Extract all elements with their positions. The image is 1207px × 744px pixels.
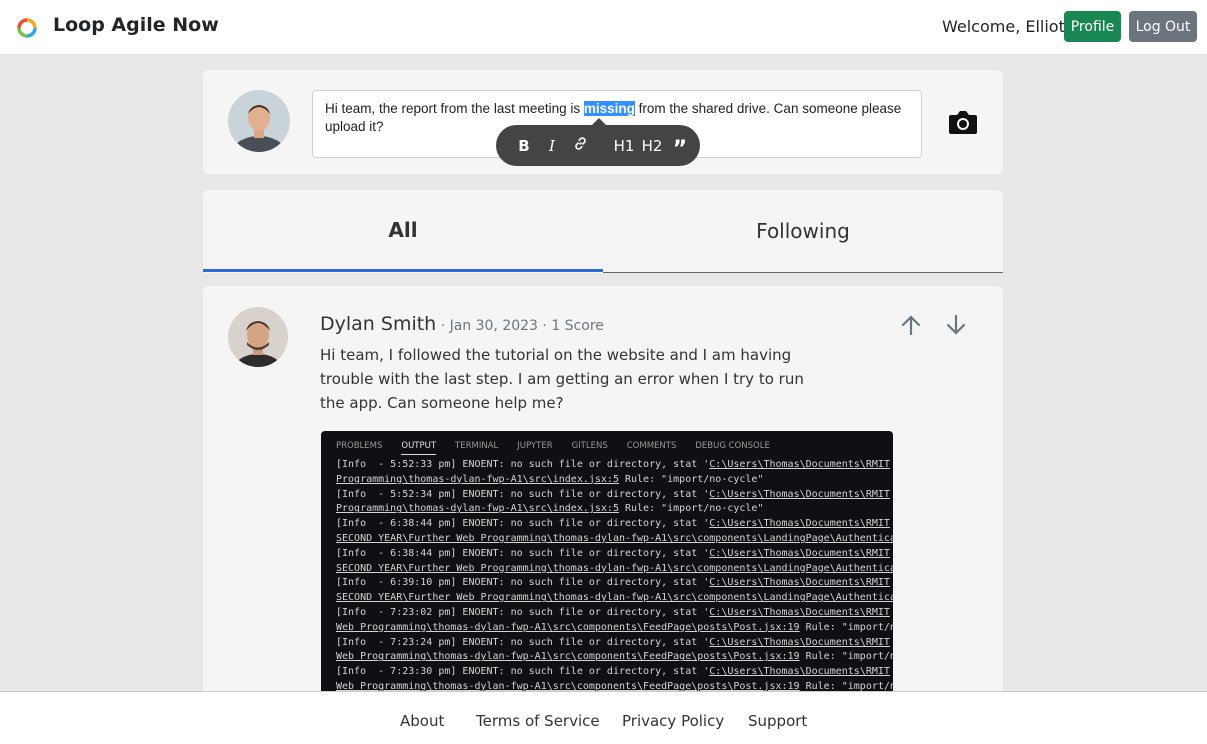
terminal-line: [Info - 5:52:33 pm] ENOENT: no such file… [336, 459, 890, 470]
post-date: Jan 30, 2023 [449, 318, 538, 334]
terminal-line: [Info - 6:38:44 pm] ENOENT: no such file… [336, 547, 890, 559]
terminal-output: [Info - 5:52:33 pm] ENOENT: no such file… [336, 458, 893, 695]
post-body: Hi team, I followed the tutorial on the … [320, 346, 804, 412]
tab-following[interactable]: Following [603, 190, 1003, 273]
terminal-tabs: PROBLEMS OUTPUT TERMINAL JUPYTER GITLENS COMM… [336, 441, 789, 455]
footer-link-about[interactable]: About [400, 712, 444, 730]
terminal-line: SECOND YEAR\Further Web Programming\thom… [336, 532, 893, 544]
tab-all[interactable]: All [203, 190, 603, 272]
post-attachment-image[interactable]: PROBLEMS OUTPUT TERMINAL JUPYTER GITLENS COMM… [321, 431, 893, 706]
editor-text-before: Hi team, the report from the last meetin… [325, 101, 584, 116]
terminal-line: SECOND YEAR\Further Web Programming\thom… [336, 562, 893, 574]
terminal-line: Web Programming\thomas-dylan-fwp-A1\src\… [336, 621, 893, 633]
heading2-button[interactable]: H2 [638, 137, 666, 155]
post-score: 1 Score [551, 318, 604, 334]
footer-link-privacy[interactable]: Privacy Policy [622, 712, 724, 730]
footer-link-terms[interactable]: Terms of Service [476, 712, 600, 730]
terminal-tab: COMMENTS [626, 441, 677, 451]
link-icon[interactable] [566, 136, 594, 155]
profile-button[interactable]: Profile [1064, 11, 1121, 42]
terminal-tab: DEBUG CONSOLE [695, 441, 770, 451]
terminal-line: Programming\thomas-dylan-fwp-A1\src\inde… [336, 473, 764, 485]
terminal-tab: PROBLEMS [336, 441, 383, 451]
bold-button[interactable]: B [510, 137, 538, 155]
post-card: Dylan Smith · Jan 30, 2023 · 1 Score Hi … [203, 286, 1003, 706]
italic-button[interactable]: I [538, 137, 566, 155]
format-toolbar: B I H1 H2 ” [496, 118, 700, 166]
post-author[interactable]: Dylan Smith [320, 313, 436, 335]
terminal-line: [Info - 7:23:24 pm] ENOENT: no such file… [336, 636, 890, 648]
terminal-line: Programming\thomas-dylan-fwp-A1\src\inde… [336, 503, 764, 515]
avatar [228, 307, 288, 367]
app-title[interactable]: Loop Agile Now [53, 14, 219, 36]
terminal-tab: OUTPUT [401, 441, 437, 455]
post-composer: Hi team, the report from the last meetin… [203, 70, 1003, 174]
arrow-down-icon[interactable] [944, 313, 968, 337]
terminal-line: [Info - 7:23:02 pm] ENOENT: no such file… [336, 606, 890, 618]
logo-icon[interactable] [16, 17, 38, 39]
camera-icon[interactable] [947, 107, 979, 137]
terminal-line: Web Programming\thomas-dylan-fwp-A1\src\… [336, 651, 893, 663]
avatar [228, 90, 290, 152]
post-header: Dylan Smith · Jan 30, 2023 · 1 Score [320, 313, 604, 335]
terminal-line: [Info - 6:38:44 pm] ENOENT: no such file… [336, 518, 890, 530]
editor-selected-text: missing [583, 101, 635, 116]
welcome-text: Welcome, Elliott [942, 17, 1072, 36]
terminal-line: [Info - 7:23:30 pm] ENOENT: no such file… [336, 666, 890, 678]
feed-tabs: All Following [203, 190, 1003, 273]
terminal-tab: JUPYTER [517, 441, 553, 451]
terminal-tab: TERMINAL [455, 441, 499, 451]
terminal-line: [Info - 5:52:34 pm] ENOENT: no such file… [336, 488, 890, 500]
terminal-tab: GITLENS [571, 441, 608, 451]
terminal-line: SECOND YEAR\Further Web Programming\thom… [336, 592, 893, 604]
navbar: Loop Agile Now Welcome, Elliott Profile … [0, 0, 1207, 54]
arrow-up-icon[interactable] [899, 313, 923, 337]
quote-icon[interactable]: ” [666, 135, 694, 160]
footer-link-support[interactable]: Support [748, 712, 807, 730]
terminal-line: [Info - 6:39:10 pm] ENOENT: no such file… [336, 577, 890, 589]
heading1-button[interactable]: H1 [610, 137, 638, 155]
logout-button[interactable]: Log Out [1129, 11, 1197, 42]
footer: About Terms of Service Privacy Policy Su… [0, 691, 1207, 744]
